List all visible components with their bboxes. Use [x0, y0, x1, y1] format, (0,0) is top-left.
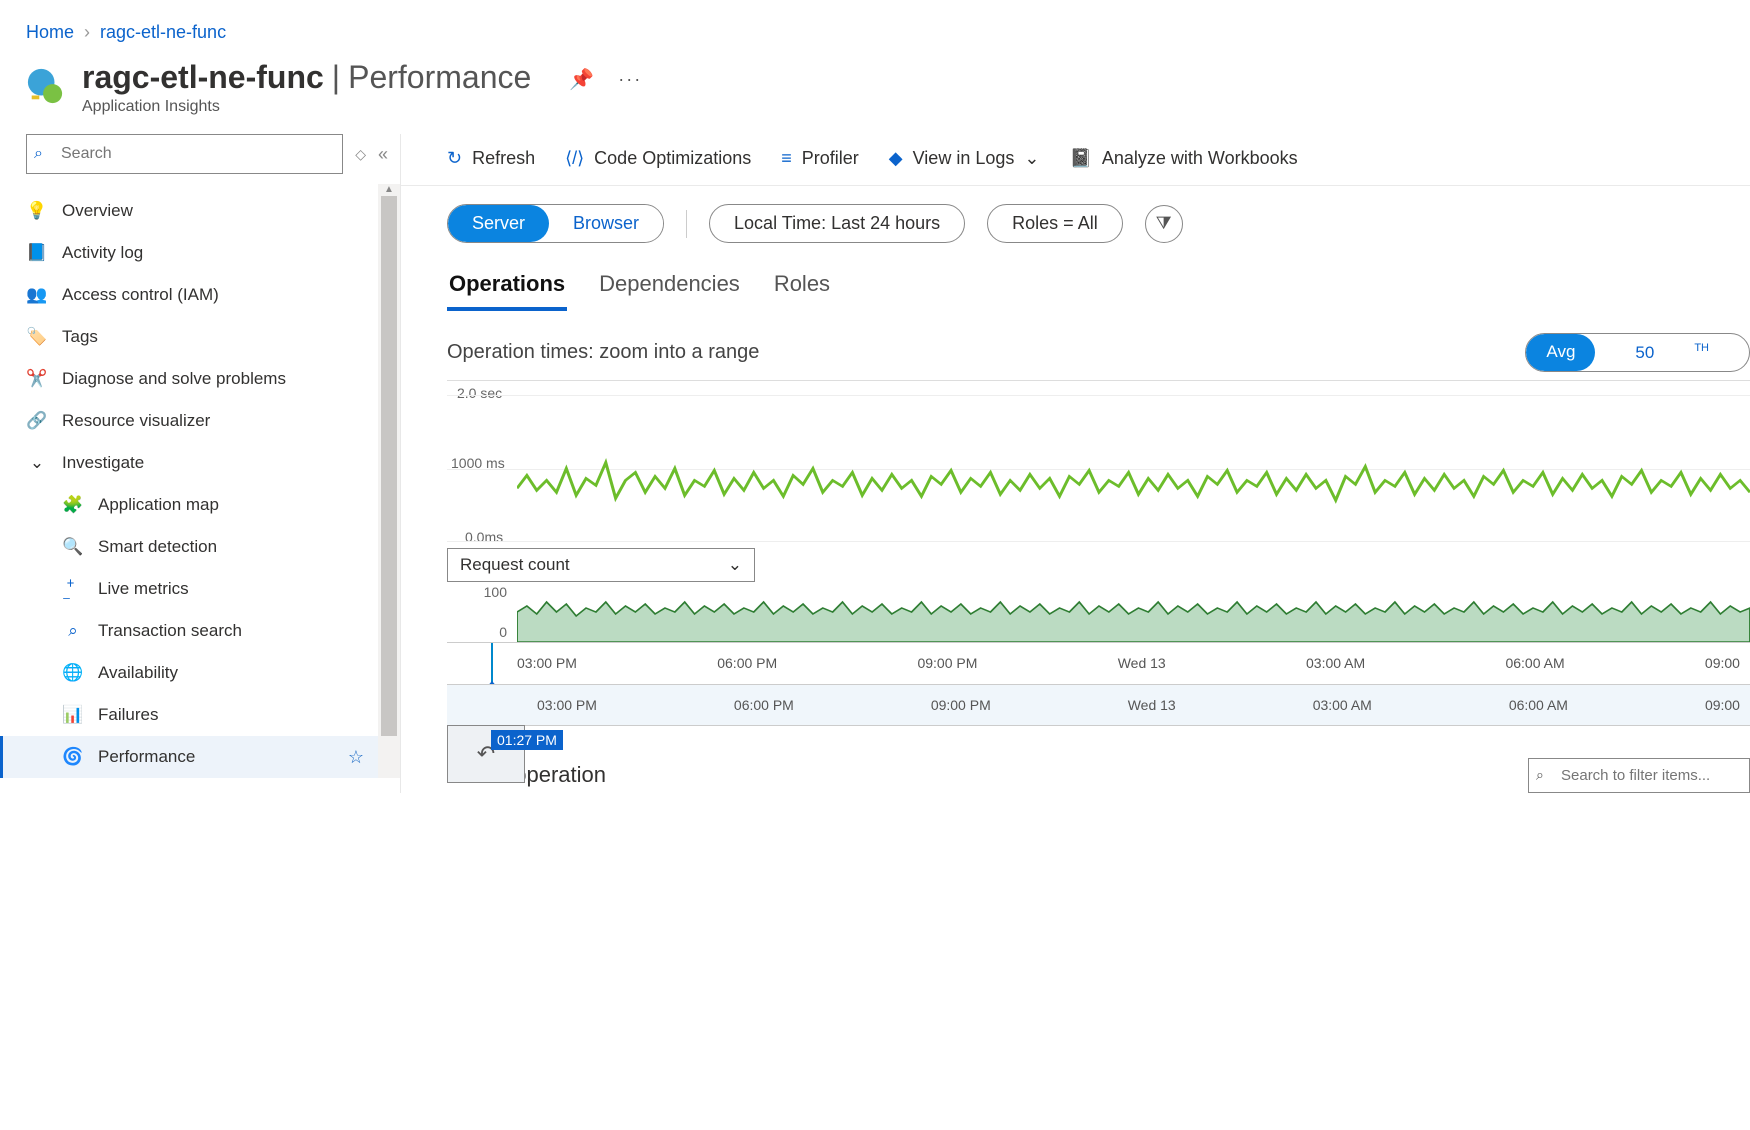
operation-search-input[interactable] — [1528, 758, 1750, 793]
time-cursor[interactable] — [491, 643, 493, 683]
avg-toggle[interactable]: Avg — [1526, 334, 1595, 371]
hierarchy-icon: 🔗 — [26, 410, 48, 432]
p50-toggle[interactable]: 50TH — [1595, 334, 1749, 371]
server-browser-toggle: Server Browser — [447, 204, 664, 243]
y2-top: 100 — [447, 584, 507, 600]
page-title: ragc-etl-ne-func | Performance — [82, 59, 531, 96]
refresh-button[interactable]: ↻Refresh — [447, 148, 535, 169]
page-name: Performance — [348, 59, 531, 96]
chart-title: Operation times: zoom into a range — [447, 341, 759, 364]
area-chart-svg — [517, 584, 1750, 642]
nav-investigate-group[interactable]: ⌄Investigate — [0, 442, 378, 484]
nav-list: 💡Overview 📘Activity log 👥Access control … — [0, 184, 378, 778]
server-toggle[interactable]: Server — [448, 205, 549, 242]
scroll-up-icon[interactable]: ▲ — [378, 184, 400, 195]
tag-icon: 🏷️ — [26, 326, 48, 348]
chevron-right-icon: › — [84, 22, 90, 43]
nav-availability[interactable]: 🌐Availability — [0, 652, 378, 694]
detect-icon: 🔍 — [62, 536, 84, 558]
scrollbar-thumb[interactable] — [381, 196, 397, 736]
pin-icon[interactable]: 📌 — [569, 67, 594, 92]
time-range-filter[interactable]: Local Time: Last 24 hours — [709, 204, 965, 243]
code-icon: ⟨/⟩ — [565, 148, 584, 169]
metric-selector[interactable]: Request count ⌄ — [447, 548, 755, 582]
code-optimizations-button[interactable]: ⟨/⟩Code Optimizations — [565, 148, 751, 169]
search-icon: ⌕ — [1536, 767, 1544, 784]
breadcrumb: Home › ragc-etl-ne-func — [0, 0, 1750, 55]
inner-tabs: Operations Dependencies Roles — [401, 261, 1750, 311]
operation-search[interactable]: ⌕ — [1528, 758, 1750, 793]
pulse-icon: ﹢⁻ — [62, 578, 84, 600]
time-scroller[interactable]: 03:00 PM06:00 PM09:00 PMWed 1303:00 AM06… — [447, 642, 1750, 726]
request-count-chart[interactable]: 100 0 — [447, 584, 1750, 642]
filter-row: Server Browser Local Time: Last 24 hours… — [401, 186, 1750, 261]
duration-chart[interactable]: 2.0 sec 1000 ms 0.0ms — [447, 380, 1750, 546]
expand-icon[interactable]: ◇ — [355, 146, 366, 163]
view-logs-button[interactable]: ◆View in Logs ⌄ — [889, 148, 1040, 169]
sidebar-search[interactable]: ⌕ — [26, 134, 343, 174]
page-subtitle: Application Insights — [82, 98, 531, 116]
line-chart-svg — [517, 381, 1750, 546]
log-icon: 📘 — [26, 242, 48, 264]
search-icon: ⌕ — [62, 620, 84, 642]
nav-tags[interactable]: 🏷️Tags — [0, 316, 378, 358]
workbooks-button[interactable]: 📓Analyze with Workbooks — [1069, 148, 1297, 169]
nav-live-metrics[interactable]: ﹢⁻Live metrics — [0, 568, 378, 610]
chevron-down-icon: ⌄ — [26, 452, 48, 474]
refresh-icon: ↻ — [447, 148, 462, 169]
browser-toggle[interactable]: Browser — [549, 205, 663, 242]
perf-icon: 🌀 — [62, 746, 84, 768]
nav-overview[interactable]: 💡Overview — [0, 190, 378, 232]
map-icon: 🧩 — [62, 494, 84, 516]
globe-icon: 🌐 — [62, 662, 84, 684]
search-icon: ⌕ — [34, 145, 43, 163]
breadcrumb-resource[interactable]: ragc-etl-ne-func — [100, 22, 226, 43]
funnel-icon: ⧩ — [1156, 213, 1172, 234]
sidebar: ⌕ ◇ « 💡Overview 📘Activity log 👥Access co… — [0, 134, 400, 793]
collapse-sidebar-icon[interactable]: « — [378, 144, 388, 165]
main-content: ↻Refresh ⟨/⟩Code Optimizations ≡Profiler… — [400, 134, 1750, 793]
nav-resource-visualizer[interactable]: 🔗Resource visualizer — [0, 400, 378, 442]
profiler-button[interactable]: ≡Profiler — [781, 148, 859, 169]
time-axis-bottom: 03:00 PM06:00 PM09:00 PMWed 1303:00 AM06… — [537, 697, 1750, 713]
app-insights-icon — [26, 67, 64, 105]
divider — [686, 210, 687, 238]
y-label-top: 2.0 sec — [457, 385, 502, 401]
sidebar-scrollbar[interactable]: ▲ — [378, 184, 400, 778]
resource-name: ragc-etl-ne-func — [82, 59, 324, 96]
roles-filter[interactable]: Roles = All — [987, 204, 1123, 243]
add-filter-button[interactable]: ⧩ — [1145, 205, 1183, 243]
chevron-down-icon: ⌄ — [728, 555, 742, 575]
nav-failures[interactable]: 📊Failures — [0, 694, 378, 736]
tab-operations[interactable]: Operations — [447, 261, 567, 311]
breadcrumb-home[interactable]: Home — [26, 22, 74, 43]
search-input[interactable] — [26, 134, 343, 174]
percentile-toggle: Avg 50TH — [1525, 333, 1750, 372]
nav-iam[interactable]: 👥Access control (IAM) — [0, 274, 378, 316]
nav-activity[interactable]: 📘Activity log — [0, 232, 378, 274]
people-icon: 👥 — [26, 284, 48, 306]
bulb-icon: 💡 — [26, 200, 48, 222]
bars-icon: 📊 — [62, 704, 84, 726]
nav-transaction-search[interactable]: ⌕Transaction search — [0, 610, 378, 652]
nav-diagnose[interactable]: ✂️Diagnose and solve problems — [0, 358, 378, 400]
command-bar: ↻Refresh ⟨/⟩Code Optimizations ≡Profiler… — [401, 134, 1750, 186]
more-icon[interactable]: ··· — [618, 69, 642, 90]
page-header: ragc-etl-ne-func | Performance Applicati… — [0, 55, 1750, 134]
time-axis-top: 03:00 PM06:00 PM09:00 PMWed 1303:00 AM06… — [517, 655, 1750, 671]
tab-dependencies[interactable]: Dependencies — [597, 261, 742, 311]
nav-performance[interactable]: 🌀Performance☆ — [0, 736, 378, 778]
nav-smart-detection[interactable]: 🔍Smart detection — [0, 526, 378, 568]
workbook-icon: 📓 — [1069, 148, 1091, 169]
y-label-low: 0.0ms — [465, 529, 503, 545]
chevron-down-icon: ⌄ — [1024, 148, 1039, 169]
tab-roles[interactable]: Roles — [772, 261, 832, 311]
star-icon[interactable]: ☆ — [348, 747, 364, 768]
logs-icon: ◆ — [889, 148, 903, 169]
tools-icon: ✂️ — [26, 368, 48, 390]
nav-app-map[interactable]: 🧩Application map — [0, 484, 378, 526]
y2-low: 0 — [447, 624, 507, 640]
profiler-icon: ≡ — [781, 148, 792, 169]
cursor-time-badge: 01:27 PM — [491, 730, 563, 750]
